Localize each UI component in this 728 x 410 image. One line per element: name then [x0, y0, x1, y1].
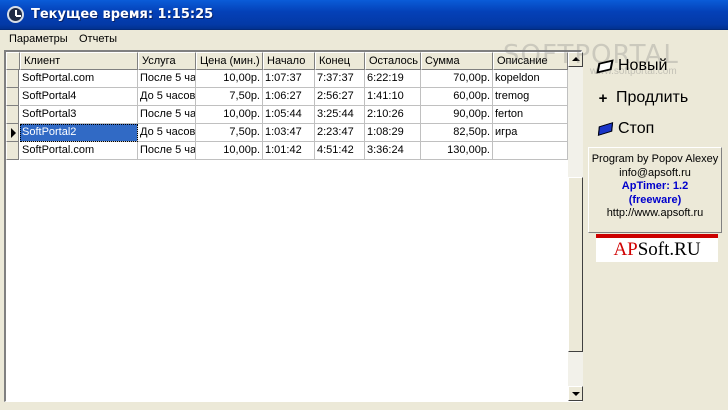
cell-start[interactable]: 1:06:27 [263, 88, 315, 106]
email-text: info@apsoft.ru [619, 166, 691, 179]
table-row[interactable]: SoftPortal.com После 5 ча 10,00р. 1:07:37 7:… [6, 70, 568, 88]
cell-service[interactable]: После 5 ча [138, 142, 196, 160]
scroll-up-button[interactable] [568, 52, 583, 67]
header-corner [6, 52, 20, 70]
scroll-thumb[interactable] [568, 177, 583, 352]
vertical-scrollbar[interactable] [568, 52, 583, 401]
clock-icon[interactable] [7, 6, 24, 23]
table-row[interactable]: SoftPortal.com После 5 ча 10,00р. 1:01:42 4:… [6, 142, 568, 160]
cell-start[interactable]: 1:05:44 [263, 106, 315, 124]
cell-client[interactable]: SoftPortal2 [20, 124, 138, 142]
row-indicator[interactable] [6, 142, 19, 160]
stop-button[interactable]: Стоп [596, 117, 720, 141]
cell-price[interactable]: 10,00р. [196, 106, 263, 124]
cell-start[interactable]: 1:03:47 [263, 124, 315, 142]
cell-service[interactable]: До 5 часов [138, 88, 196, 106]
logo-ap: AP [613, 239, 638, 260]
cell-remaining[interactable]: 2:10:26 [365, 106, 421, 124]
plus-icon: + [598, 89, 608, 107]
cell-remaining[interactable]: 1:41:10 [365, 88, 421, 106]
cell-sum[interactable]: 90,00р. [421, 106, 493, 124]
cell-description[interactable]: игра [493, 124, 568, 142]
cell-description[interactable]: kopeldon [493, 70, 568, 88]
table-row[interactable]: SoftPortal4 До 5 часов 7,50р. 1:06:27 2:56:2… [6, 88, 568, 106]
menu-bar: Параметры Отчеты [0, 30, 728, 48]
cell-client[interactable]: SoftPortal.com [20, 142, 138, 160]
cell-client[interactable]: SoftPortal4 [20, 88, 138, 106]
cell-start[interactable]: 1:07:37 [263, 70, 315, 88]
apsoft-logo[interactable]: AP Soft.RU [596, 234, 718, 262]
cell-remaining[interactable]: 6:22:19 [365, 70, 421, 88]
cell-sum[interactable]: 130,00р. [421, 142, 493, 160]
cell-description[interactable]: tremog [493, 88, 568, 106]
cell-sum[interactable]: 60,00р. [421, 88, 493, 106]
license-text: (freeware) [628, 193, 682, 206]
col-header-start[interactable]: Начало [263, 52, 315, 70]
extend-button[interactable]: + Продлить [596, 86, 720, 110]
cell-client[interactable]: SoftPortal.com [20, 70, 138, 88]
col-header-remaining[interactable]: Осталось [365, 52, 421, 70]
cell-price[interactable]: 10,00р. [196, 70, 263, 88]
cell-remaining[interactable]: 1:08:29 [365, 124, 421, 142]
scroll-down-button[interactable] [568, 386, 583, 401]
table-row[interactable]: SoftPortal2 До 5 часов 7,50р. 1:03:47 2:23:4… [6, 124, 568, 142]
version-text: ApTimer: 1.2 [621, 180, 689, 192]
menu-parameters[interactable]: Параметры [9, 33, 68, 45]
about-panel: Program by Popov Alexey info@apsoft.ru A… [588, 147, 722, 233]
col-header-price[interactable]: Цена (мин.) [196, 52, 263, 70]
cell-end[interactable]: 2:56:27 [315, 88, 365, 106]
col-header-description[interactable]: Описание [493, 52, 568, 70]
new-button-label: Новый [618, 57, 668, 74]
new-session-icon [596, 58, 614, 74]
window-title: Текущее время: 1:15:25 [31, 7, 214, 22]
col-header-end[interactable]: Конец [315, 52, 365, 70]
stop-icon [597, 122, 614, 136]
cell-description[interactable]: ferton [493, 106, 568, 124]
col-header-client[interactable]: Клиент [20, 52, 138, 70]
cell-description[interactable] [493, 142, 568, 160]
row-indicator[interactable] [6, 88, 19, 106]
col-header-sum[interactable]: Сумма [421, 52, 493, 70]
cell-end[interactable]: 4:51:42 [315, 142, 365, 160]
cell-end[interactable]: 7:37:37 [315, 70, 365, 88]
cell-sum[interactable]: 70,00р. [421, 70, 493, 88]
cell-start[interactable]: 1:01:42 [263, 142, 315, 160]
cell-end[interactable]: 2:23:47 [315, 124, 365, 142]
row-indicator[interactable] [6, 124, 19, 142]
chevron-up-icon [572, 57, 580, 61]
cell-client[interactable]: SoftPortal3 [20, 106, 138, 124]
grid-body: Клиент Услуга Цена (мин.) Начало Конец О… [6, 52, 568, 401]
col-header-service[interactable]: Услуга [138, 52, 196, 70]
cell-price[interactable]: 10,00р. [196, 142, 263, 160]
current-row-arrow-icon [11, 128, 16, 138]
row-indicator[interactable] [6, 106, 19, 124]
stop-button-label: Стоп [618, 120, 655, 137]
chevron-down-icon [572, 392, 580, 396]
author-text: Program by Popov Alexey [591, 153, 719, 165]
cell-sum[interactable]: 82,50р. [421, 124, 493, 142]
new-button[interactable]: Новый [596, 54, 720, 78]
website-link[interactable]: http://www.apsoft.ru [589, 207, 721, 221]
cell-remaining[interactable]: 3:36:24 [365, 142, 421, 160]
row-indicator[interactable] [6, 70, 19, 88]
cell-service[interactable]: После 5 ча [138, 106, 196, 124]
logo-soft: Soft.RU [637, 239, 701, 260]
cell-price[interactable]: 7,50р. [196, 124, 263, 142]
extend-button-label: Продлить [616, 89, 689, 106]
sessions-grid[interactable]: Клиент Услуга Цена (мин.) Начало Конец О… [4, 50, 583, 402]
cell-service[interactable]: До 5 часов [138, 124, 196, 142]
cell-end[interactable]: 3:25:44 [315, 106, 365, 124]
cell-service[interactable]: После 5 ча [138, 70, 196, 88]
cell-price[interactable]: 7,50р. [196, 88, 263, 106]
title-bar: Текущее время: 1:15:25 [0, 0, 728, 30]
menu-reports[interactable]: Отчеты [79, 33, 117, 45]
table-row[interactable]: SoftPortal3 После 5 ча 10,00р. 1:05:44 3:25:… [6, 106, 568, 124]
